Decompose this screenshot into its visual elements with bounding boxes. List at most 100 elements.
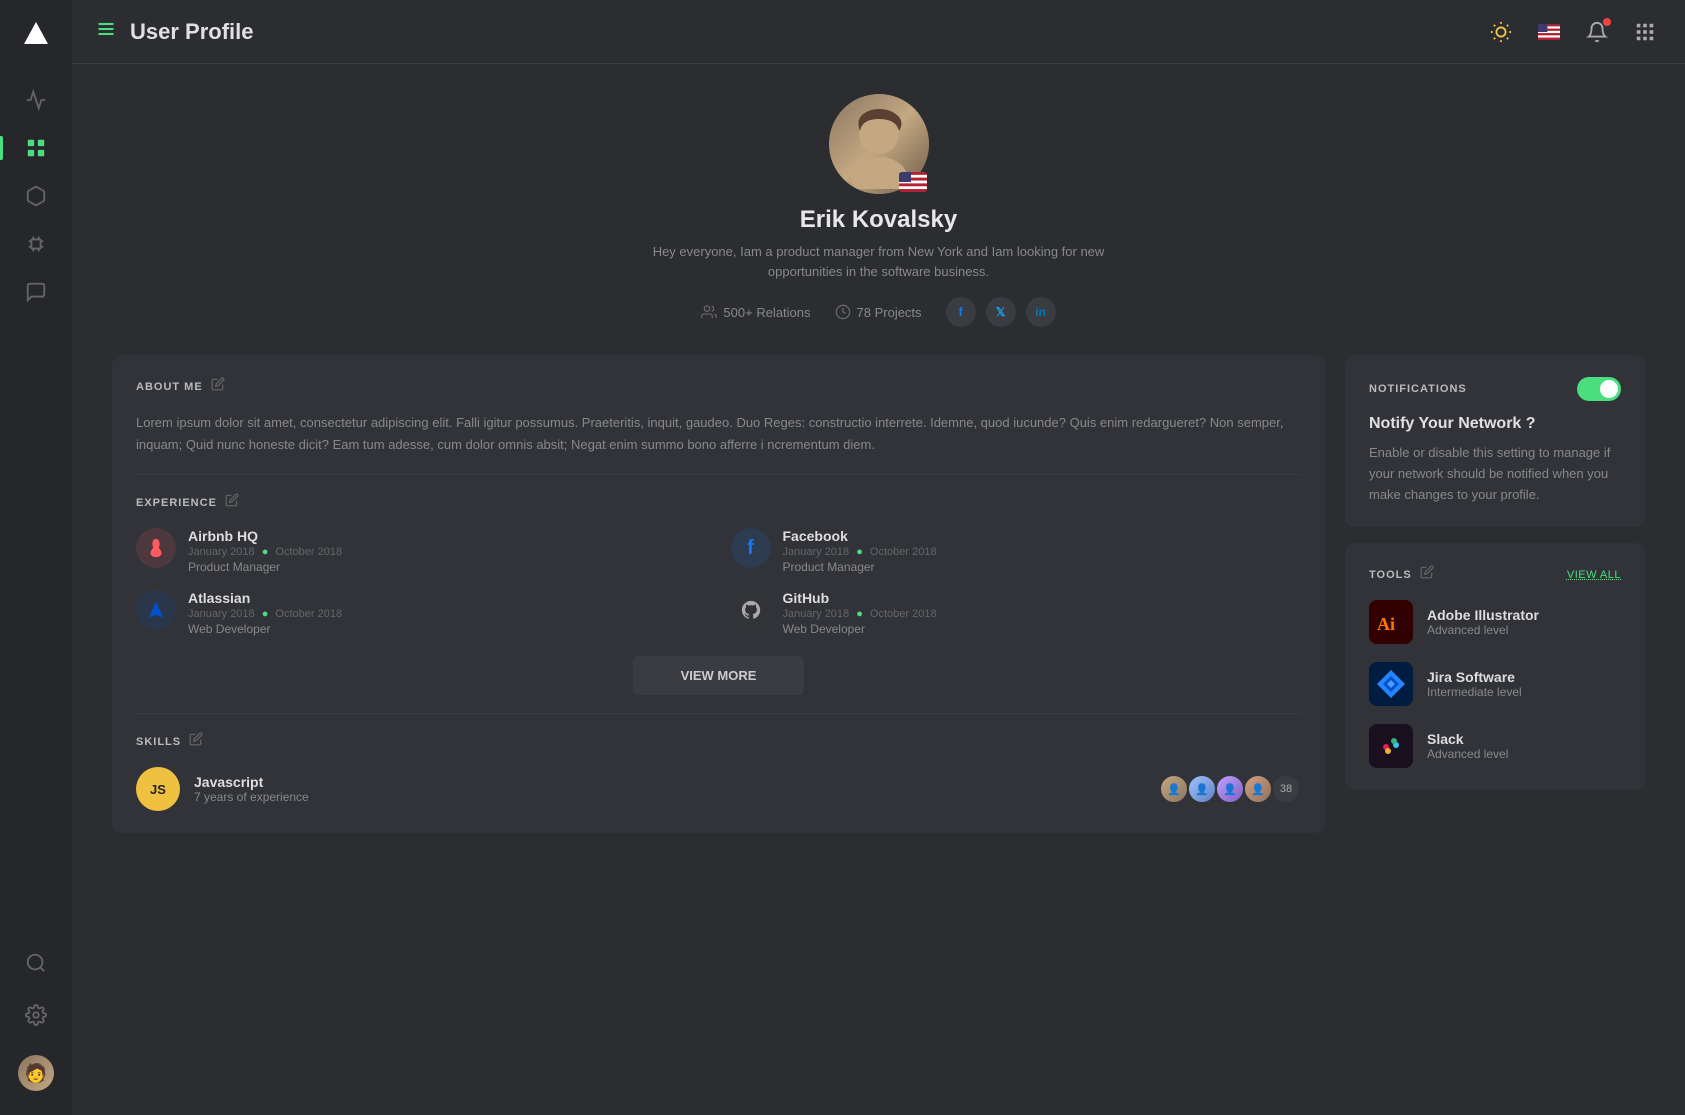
avatar: 🧑 bbox=[18, 1055, 54, 1091]
notifications-bell-icon[interactable] bbox=[1581, 16, 1613, 48]
sidebar-item-activity[interactable] bbox=[0, 76, 72, 124]
experience-header: EXPERIENCE bbox=[136, 493, 1301, 512]
atlassian-role: Web Developer bbox=[188, 622, 707, 636]
atlassian-info: Atlassian January 2018 ● October 2018 We… bbox=[188, 590, 707, 636]
js-badge: JS bbox=[136, 767, 180, 811]
skill-js-info: Javascript 7 years of experience bbox=[194, 774, 1145, 804]
skill-javascript: JS Javascript 7 years of experience 👤 👤 … bbox=[136, 767, 1301, 811]
view-more-button[interactable]: VIEW MORE bbox=[633, 656, 805, 695]
skill-endorsers: 👤 👤 👤 👤 38 bbox=[1159, 774, 1301, 804]
sidebar-item-settings[interactable] bbox=[18, 991, 54, 1039]
slack-name: Slack bbox=[1427, 731, 1621, 747]
github-role: Web Developer bbox=[783, 622, 1302, 636]
tool-illustrator: Ai Adobe Illustrator Advanced level bbox=[1369, 600, 1621, 644]
notify-network-desc: Enable or disable this setting to manage… bbox=[1369, 443, 1621, 505]
profile-header: Erik Kovalsky Hey everyone, Iam a produc… bbox=[112, 94, 1645, 327]
profile-bio: Hey everyone, Iam a product manager from… bbox=[639, 242, 1119, 281]
facebook-company: Facebook bbox=[783, 528, 1302, 544]
main-area: User Profile bbox=[72, 0, 1685, 1115]
profile-avatar-wrap bbox=[829, 94, 929, 194]
sidebar-item-cube[interactable] bbox=[0, 172, 72, 220]
illustrator-level: Advanced level bbox=[1427, 623, 1621, 637]
exp-airbnb: Airbnb HQ January 2018 ● October 2018 Pr… bbox=[136, 528, 707, 574]
airbnb-logo bbox=[136, 528, 176, 568]
header: User Profile bbox=[72, 0, 1685, 64]
social-linkedin[interactable]: in bbox=[1026, 297, 1056, 327]
sidebar-item-avatar[interactable]: 🧑 bbox=[18, 1043, 54, 1103]
svg-text:Ai: Ai bbox=[1377, 614, 1395, 634]
grid-apps-icon[interactable] bbox=[1629, 16, 1661, 48]
about-text: Lorem ipsum dolor sit amet, consectetur … bbox=[136, 412, 1301, 456]
notifications-header: NOTIFICATIONS bbox=[1369, 377, 1621, 401]
atlassian-logo bbox=[136, 590, 176, 630]
menu-icon[interactable] bbox=[96, 19, 116, 44]
skill-js-name: Javascript bbox=[194, 774, 1145, 790]
sidebar-item-dashboard[interactable] bbox=[0, 124, 72, 172]
endorser-4: 👤 bbox=[1243, 774, 1273, 804]
airbnb-dates: January 2018 ● October 2018 bbox=[188, 546, 707, 558]
illustrator-name: Adobe Illustrator bbox=[1427, 607, 1621, 623]
airbnb-info: Airbnb HQ January 2018 ● October 2018 Pr… bbox=[188, 528, 707, 574]
sidebar-bottom: 🧑 bbox=[18, 939, 54, 1103]
profile-socials: f 𝕏 in bbox=[946, 297, 1056, 327]
tools-title: TOOLS bbox=[1369, 569, 1412, 581]
facebook-dates: January 2018 ● October 2018 bbox=[783, 546, 1302, 558]
col-right: NOTIFICATIONS Notify Your Network ? Enab… bbox=[1345, 355, 1645, 806]
facebook-role: Product Manager bbox=[783, 560, 1302, 574]
github-dates: January 2018 ● October 2018 bbox=[783, 608, 1302, 620]
skills-title: SKILLS bbox=[136, 736, 181, 748]
sidebar: 🧑 bbox=[0, 0, 72, 1115]
about-edit-icon[interactable] bbox=[211, 377, 225, 396]
profile-flag bbox=[899, 172, 927, 192]
illustrator-logo: Ai bbox=[1369, 600, 1413, 644]
profile-name: Erik Kovalsky bbox=[800, 206, 957, 234]
social-twitter[interactable]: 𝕏 bbox=[986, 297, 1016, 327]
skills-edit-icon[interactable] bbox=[189, 732, 203, 751]
app-logo[interactable] bbox=[14, 12, 58, 56]
toggle-knob bbox=[1600, 380, 1618, 398]
jira-level: Intermediate level bbox=[1427, 685, 1621, 699]
skill-js-exp: 7 years of experience bbox=[194, 790, 1145, 804]
tool-jira: Jira Software Intermediate level bbox=[1369, 662, 1621, 706]
sidebar-item-chip[interactable] bbox=[0, 220, 72, 268]
github-company: GitHub bbox=[783, 590, 1302, 606]
about-title: ABOUT ME bbox=[136, 381, 203, 393]
experience-edit-icon[interactable] bbox=[225, 493, 239, 512]
notifications-toggle[interactable] bbox=[1577, 377, 1621, 401]
github-logo bbox=[731, 590, 771, 630]
jira-logo bbox=[1369, 662, 1413, 706]
slack-logo bbox=[1369, 724, 1413, 768]
tools-edit-icon[interactable] bbox=[1420, 565, 1434, 584]
page-title: User Profile bbox=[130, 19, 1485, 45]
tool-slack: Slack Advanced level bbox=[1369, 724, 1621, 768]
notify-network-title: Notify Your Network ? bbox=[1369, 415, 1621, 433]
experience-title: EXPERIENCE bbox=[136, 497, 217, 509]
sidebar-item-chat[interactable] bbox=[0, 268, 72, 316]
atlassian-dates: January 2018 ● October 2018 bbox=[188, 608, 707, 620]
header-actions bbox=[1485, 16, 1661, 48]
facebook-info: Facebook January 2018 ● October 2018 Pro… bbox=[783, 528, 1302, 574]
sidebar-item-search[interactable] bbox=[18, 939, 54, 987]
skills-divider bbox=[136, 713, 1301, 714]
slack-info: Slack Advanced level bbox=[1427, 731, 1621, 761]
jira-info: Jira Software Intermediate level bbox=[1427, 669, 1621, 699]
profile-relations: 500+ Relations bbox=[701, 304, 810, 320]
profile-projects: 78 Projects bbox=[835, 304, 922, 320]
social-facebook[interactable]: f bbox=[946, 297, 976, 327]
tools-header: TOOLS VIEW ALL bbox=[1369, 565, 1621, 584]
about-divider bbox=[136, 474, 1301, 475]
tools-view-all[interactable]: VIEW ALL bbox=[1567, 569, 1621, 581]
endorser-3: 👤 bbox=[1215, 774, 1245, 804]
notification-badge bbox=[1603, 18, 1611, 26]
content-area: Erik Kovalsky Hey everyone, Iam a produc… bbox=[72, 64, 1685, 1115]
slack-level: Advanced level bbox=[1427, 747, 1621, 761]
language-flag-icon[interactable] bbox=[1533, 16, 1565, 48]
theme-toggle-icon[interactable] bbox=[1485, 16, 1517, 48]
two-col-layout: ABOUT ME Lorem ipsum dolor sit amet, con… bbox=[112, 355, 1645, 849]
exp-atlassian: Atlassian January 2018 ● October 2018 We… bbox=[136, 590, 707, 636]
projects-count: 78 Projects bbox=[857, 305, 922, 320]
col-left: ABOUT ME Lorem ipsum dolor sit amet, con… bbox=[112, 355, 1325, 849]
jira-name: Jira Software bbox=[1427, 669, 1621, 685]
airbnb-role: Product Manager bbox=[188, 560, 707, 574]
illustrator-info: Adobe Illustrator Advanced level bbox=[1427, 607, 1621, 637]
